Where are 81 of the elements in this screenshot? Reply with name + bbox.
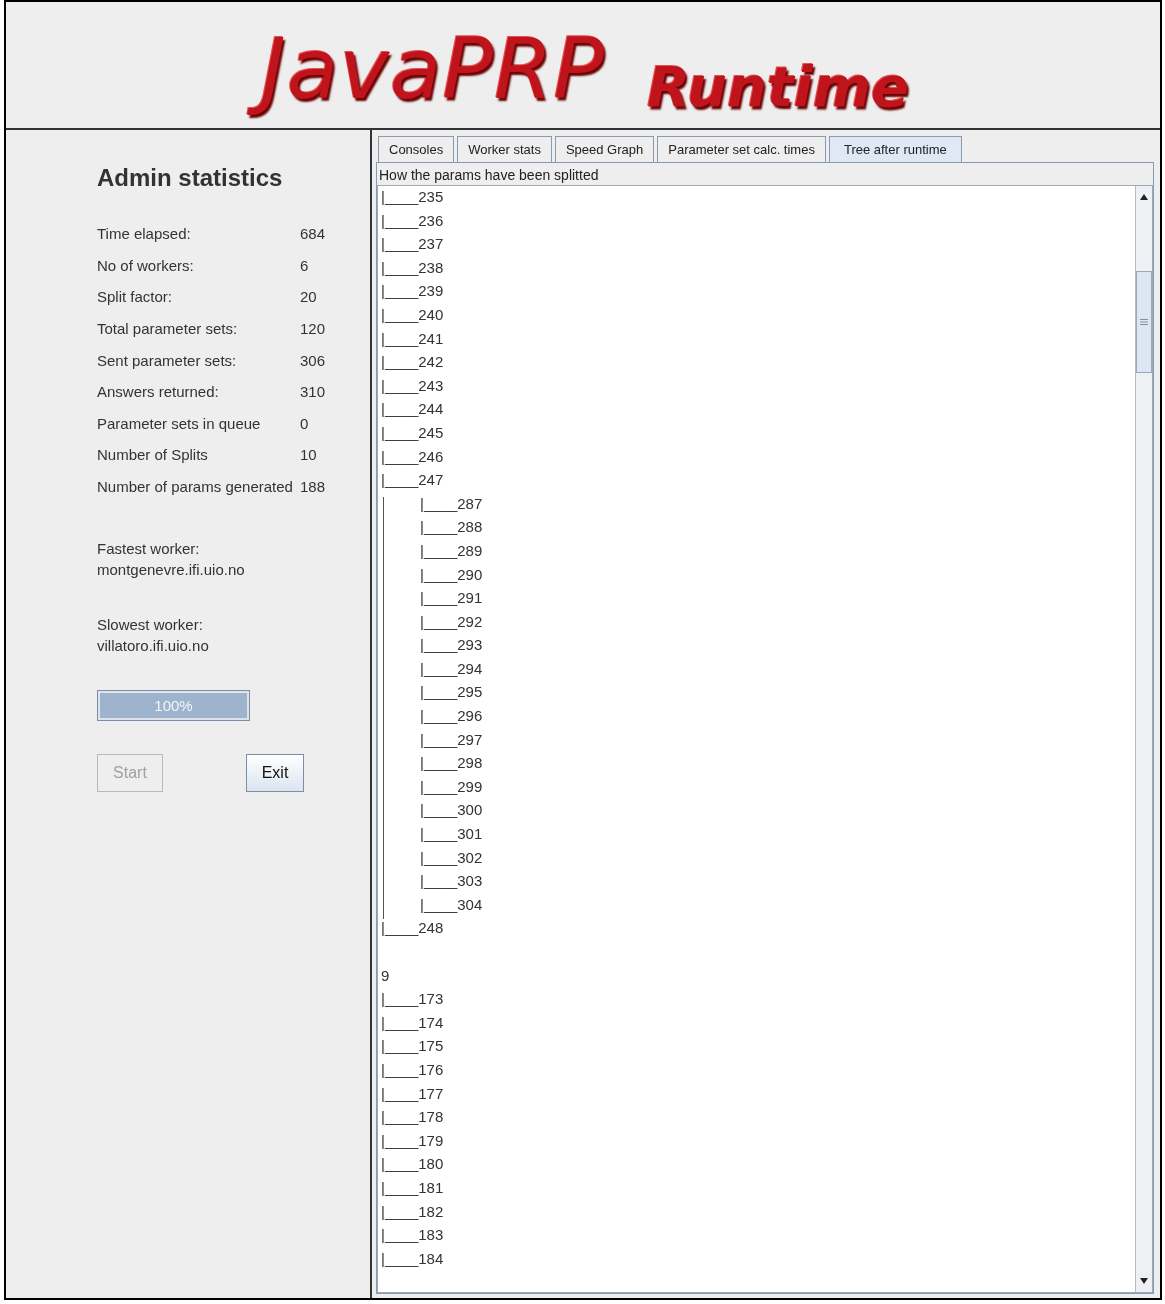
tree-label: |____245: [381, 423, 444, 443]
tree-label: |____180: [381, 1155, 444, 1175]
tree-label: |____242: [381, 353, 444, 373]
tree-label: |____288: [420, 518, 483, 538]
stat-label: Parameter sets in queue: [97, 414, 262, 432]
tree-label: |____236: [381, 211, 444, 231]
tree-label: |____173: [381, 990, 444, 1010]
tree-label: |____240: [381, 305, 444, 325]
tree-label: |____237: [381, 235, 444, 255]
tree-label: |____297: [420, 730, 483, 750]
tree-label: |____289: [420, 541, 483, 561]
panel-title: Admin statistics: [97, 164, 284, 192]
tree-label: |____235: [381, 188, 444, 207]
tree-label: |____238: [381, 258, 444, 278]
scroll-thumb[interactable]: [1136, 271, 1152, 373]
tree-label: |____247: [381, 471, 444, 491]
tree-label: |____243: [381, 376, 444, 396]
action-button[interactable]: Exit: [246, 754, 304, 793]
tree-label: |____304: [420, 895, 483, 915]
tree-label: |____176: [381, 1060, 444, 1080]
stat-label: Split factor:: [97, 288, 174, 306]
tree-label: |____239: [381, 282, 444, 302]
stat-label: Number of Splits: [97, 446, 209, 464]
tree-label: |____302: [420, 848, 483, 868]
tab[interactable]: Consoles: [378, 136, 455, 162]
stat-value: 0: [300, 414, 310, 432]
tree-label: |____303: [420, 872, 483, 892]
tree-label: |____300: [420, 801, 483, 821]
tree-label: |____179: [381, 1131, 444, 1151]
tree-label: 9: [381, 966, 390, 986]
tree-heading: How the params have been splitted: [378, 166, 600, 185]
worker-label: Slowest worker:: [97, 616, 204, 634]
tree-label: |____292: [420, 612, 483, 632]
vertical-scrollbar[interactable]: [1135, 186, 1152, 1292]
logo-subtitle: Runtime: [646, 53, 911, 122]
grip-icon: [1140, 319, 1148, 325]
stat-label: No of workers:: [97, 256, 195, 274]
stat-label: Answers returned:: [97, 383, 220, 401]
tree-label: |____299: [420, 777, 483, 797]
stat-value: 310: [300, 383, 327, 401]
worker-host: villatoro.ifi.uio.no: [97, 637, 210, 655]
stat-value: 684: [300, 225, 327, 243]
tab[interactable]: Parameter set calc. times: [657, 136, 826, 162]
tree-label: |____183: [381, 1226, 444, 1246]
tree-label: |____181: [381, 1178, 444, 1198]
tree-label: |____293: [420, 636, 483, 656]
stat-value: 188: [300, 478, 327, 496]
stat-value: 306: [300, 351, 327, 369]
tree-label: |____291: [420, 589, 483, 609]
tree-label: |____248: [381, 919, 444, 939]
tree-label: |____241: [381, 329, 444, 349]
stat-value: 120: [300, 320, 327, 338]
tree-label: |____301: [420, 825, 483, 845]
tree-label: |____294: [420, 659, 483, 679]
tab[interactable]: Speed Graph: [554, 136, 655, 162]
tree-label: |____184: [381, 1249, 444, 1269]
tree-label: |____290: [420, 565, 483, 585]
progress-text: 100%: [153, 697, 194, 715]
tree-label: |____175: [381, 1037, 444, 1057]
stat-label: Total parameter sets:: [97, 320, 239, 338]
tree-label: |____178: [381, 1108, 444, 1128]
tree-label: |____287: [420, 494, 483, 514]
tree-label: |____174: [381, 1013, 444, 1033]
logo-title: JavaPRP: [242, 14, 619, 128]
stat-value: 10: [300, 446, 318, 464]
stat-label: Number of params generated: [97, 478, 294, 496]
stat-label: Time elapsed:: [97, 225, 192, 243]
tree-label: |____295: [420, 683, 483, 703]
stat-label: Sent parameter sets:: [97, 351, 238, 369]
tree-label: |____177: [381, 1084, 444, 1104]
worker-label: Fastest worker:: [97, 540, 201, 558]
stat-value: 6: [300, 256, 310, 274]
tree-label: |____298: [420, 754, 483, 774]
worker-host: montgenevre.ifi.uio.no: [97, 561, 246, 579]
tree-label: |____246: [381, 447, 444, 467]
tree-label: |____296: [420, 707, 483, 727]
tree-label: |____182: [381, 1202, 444, 1222]
stat-value: 20: [300, 288, 318, 306]
tree-label: |____244: [381, 400, 444, 420]
tab[interactable]: Worker stats: [457, 136, 552, 162]
tab[interactable]: Tree after runtime: [828, 136, 962, 162]
